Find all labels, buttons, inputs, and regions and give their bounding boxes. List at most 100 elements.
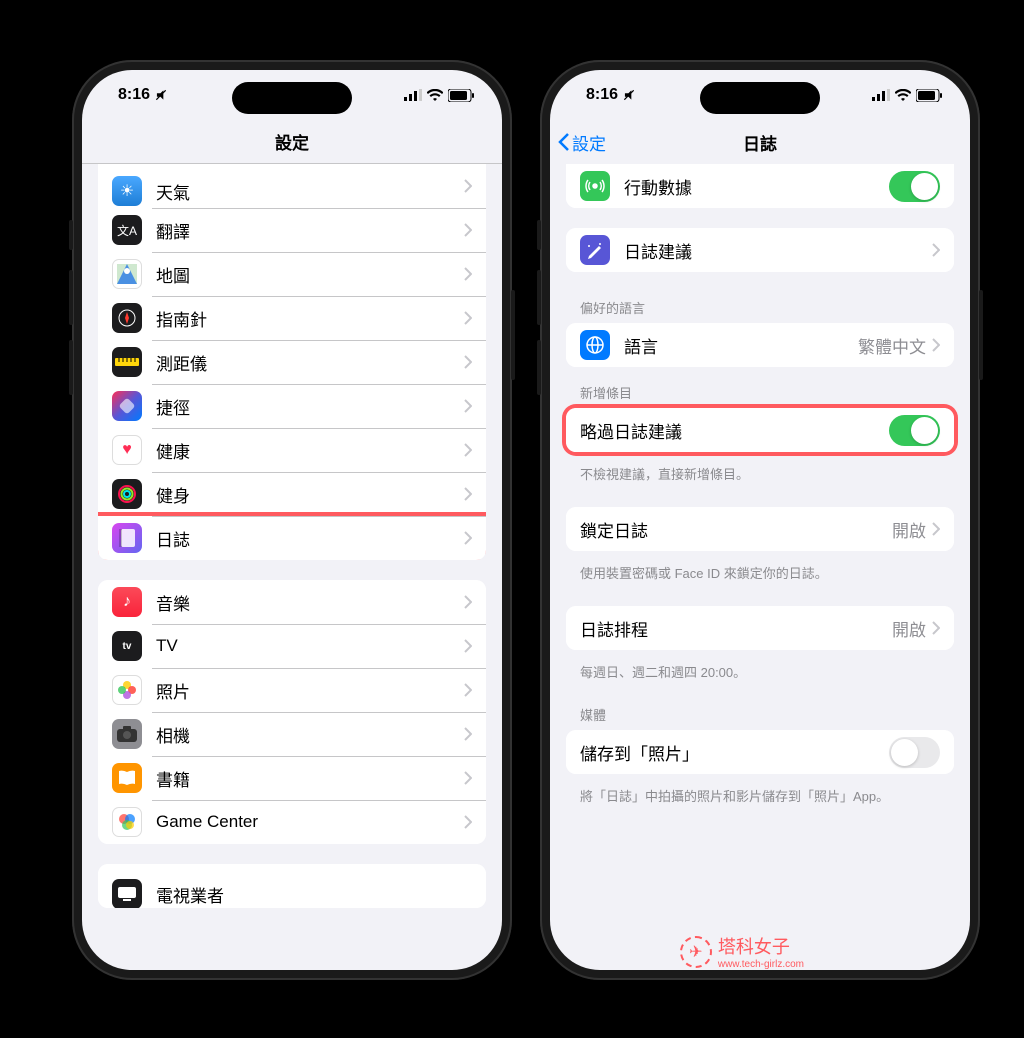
row-label: 天氣: [156, 179, 464, 204]
chevron-right-icon: [464, 595, 472, 609]
journal-settings[interactable]: 行動數據 日誌建議 偏好的語言 語言 繁體中文: [550, 164, 970, 970]
section-header-new-entry: 新增條目: [550, 377, 970, 408]
measure-icon: [112, 347, 142, 377]
row-shortcuts[interactable]: 捷徑: [98, 384, 486, 428]
nav-title: 日誌: [743, 130, 777, 155]
cellular-icon: [580, 171, 610, 201]
row-tv[interactable]: tv TV: [98, 624, 486, 668]
row-journal[interactable]: 日誌: [98, 516, 486, 560]
nav-bar: 設定: [82, 120, 502, 164]
row-label: 日誌排程: [580, 616, 892, 641]
tv-provider-icon: [112, 879, 142, 908]
row-fitness[interactable]: 健身: [98, 472, 486, 516]
chevron-right-icon: [932, 522, 940, 536]
row-tv-provider[interactable]: 電視業者: [98, 864, 486, 908]
row-cellular-data[interactable]: 行動數據: [566, 164, 954, 208]
chevron-right-icon: [464, 179, 472, 193]
watermark-url: www.tech-girlz.com: [718, 959, 804, 970]
silent-mode-icon: [622, 88, 636, 102]
row-detail: 開啟: [892, 616, 926, 641]
chevron-right-icon: [464, 311, 472, 325]
chevron-right-icon: [464, 639, 472, 653]
translate-icon: 文A: [112, 215, 142, 245]
row-save-to-photos[interactable]: 儲存到「照片」: [566, 730, 954, 774]
row-label: 健康: [156, 438, 464, 463]
language-icon: [580, 330, 610, 360]
chevron-right-icon: [464, 683, 472, 697]
row-label: 書籍: [156, 766, 464, 791]
row-label: 鎖定日誌: [580, 517, 892, 542]
row-suggestions[interactable]: 日誌建議: [566, 228, 954, 272]
row-label: 翻譯: [156, 218, 464, 243]
row-books[interactable]: 書籍: [98, 756, 486, 800]
section-header-media: 媒體: [550, 699, 970, 730]
row-weather[interactable]: ☀ 天氣: [98, 164, 486, 208]
chevron-left-icon: [558, 132, 570, 152]
row-gamecenter[interactable]: Game Center: [98, 800, 486, 844]
row-label: 略過日誌建議: [580, 418, 889, 443]
watermark: ✈ 塔科女子 www.tech-girlz.com: [680, 933, 804, 970]
phone-frame-left: 8:16 設定 ☀ 天氣 文A 翻譯: [72, 60, 512, 980]
row-camera[interactable]: 相機: [98, 712, 486, 756]
row-measure[interactable]: 測距儀: [98, 340, 486, 384]
back-button[interactable]: 設定: [558, 130, 606, 155]
volume-down-button: [69, 340, 73, 395]
status-time: 8:16: [586, 86, 618, 104]
row-label: 健身: [156, 482, 464, 507]
row-schedule[interactable]: 日誌排程 開啟: [566, 606, 954, 650]
row-label: 照片: [156, 678, 464, 703]
footer-schedule: 每週日、週二和週四 20:00。: [550, 656, 970, 687]
row-label: 捷徑: [156, 394, 464, 419]
row-label: 音樂: [156, 590, 464, 615]
row-label: 電視業者: [156, 882, 472, 907]
row-label: TV: [156, 636, 464, 656]
dynamic-island: [700, 82, 820, 114]
chevron-right-icon: [464, 267, 472, 281]
music-icon: ♪: [112, 587, 142, 617]
volume-up-button: [69, 270, 73, 325]
settings-list[interactable]: ☀ 天氣 文A 翻譯 地圖 指南針: [82, 164, 502, 970]
row-label: 指南針: [156, 306, 464, 331]
row-translate[interactable]: 文A 翻譯: [98, 208, 486, 252]
row-photos[interactable]: 照片: [98, 668, 486, 712]
skip-suggestions-toggle[interactable]: [889, 415, 940, 446]
row-label: 語言: [624, 333, 858, 358]
photos-icon: [112, 675, 142, 705]
power-button: [979, 290, 983, 380]
chevron-right-icon: [464, 815, 472, 829]
watermark-icon: ✈: [680, 936, 712, 968]
dynamic-island: [232, 82, 352, 114]
row-lock-journal[interactable]: 鎖定日誌 開啟: [566, 507, 954, 551]
row-language[interactable]: 語言 繁體中文: [566, 323, 954, 367]
cellular-signal-icon: [872, 89, 890, 101]
chevron-right-icon: [464, 355, 472, 369]
phone-frame-right: 8:16 設定 日誌 行動數據: [540, 60, 980, 980]
chevron-right-icon: [464, 443, 472, 457]
chevron-right-icon: [464, 727, 472, 741]
silent-mode-icon: [154, 88, 168, 102]
row-label: Game Center: [156, 812, 464, 832]
row-health[interactable]: ♥ 健康: [98, 428, 486, 472]
watermark-name: 塔科女子: [718, 933, 804, 959]
footer-lock: 使用裝置密碼或 Face ID 來鎖定你的日誌。: [550, 557, 970, 588]
screen-right: 8:16 設定 日誌 行動數據: [550, 70, 970, 970]
row-label: 儲存到「照片」: [580, 740, 889, 765]
journal-icon: [112, 523, 142, 553]
fitness-icon: [112, 479, 142, 509]
volume-down-button: [537, 340, 541, 395]
row-compass[interactable]: 指南針: [98, 296, 486, 340]
side-button: [537, 220, 541, 250]
footer-skip: 不檢視建議，直接新增條目。: [550, 458, 970, 489]
power-button: [511, 290, 515, 380]
weather-icon: ☀: [112, 176, 142, 206]
save-photos-toggle[interactable]: [889, 737, 940, 768]
compass-icon: [112, 303, 142, 333]
cellular-toggle[interactable]: [889, 171, 940, 202]
status-time: 8:16: [118, 86, 150, 104]
back-label: 設定: [572, 130, 606, 155]
camera-icon: [112, 719, 142, 749]
row-skip-suggestions[interactable]: 略過日誌建議: [566, 408, 954, 452]
row-maps[interactable]: 地圖: [98, 252, 486, 296]
row-music[interactable]: ♪ 音樂: [98, 580, 486, 624]
row-detail: 繁體中文: [858, 333, 926, 358]
